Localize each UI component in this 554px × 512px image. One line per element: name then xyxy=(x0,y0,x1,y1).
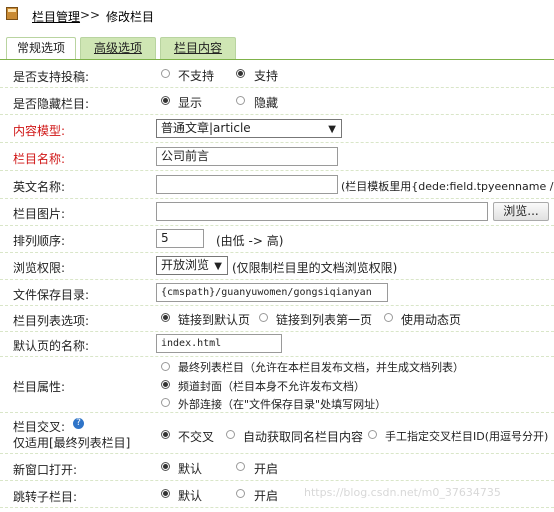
radio-auto-cross[interactable] xyxy=(226,430,235,439)
label-browse-perm: 浏览权限: xyxy=(13,261,66,275)
radio-link-first-page[interactable] xyxy=(259,313,268,322)
row-sort-rank: 排列顺序: 5 (由低 -> 高) xyxy=(0,226,554,253)
label-attribute: 栏目属性: xyxy=(13,380,66,394)
radio-show[interactable] xyxy=(161,96,170,105)
tab-content[interactable]: 栏目内容 xyxy=(160,37,236,59)
breadcrumb: 栏目管理 >> 修改栏目 xyxy=(0,0,554,30)
row-save-dir: 文件保存目录: {cmspath}/guanyuwomen/gongsiqian… xyxy=(0,280,554,306)
label-allow-submit: 是否支持投稿: xyxy=(13,70,90,84)
label-type-name: 栏目名称: xyxy=(13,152,66,166)
dropdown-arrow-icon: ▼ xyxy=(328,124,336,135)
label-cross: 栏目交叉: xyxy=(13,420,66,434)
radio-new-window-on[interactable] xyxy=(236,462,245,471)
radio-new-window-default[interactable] xyxy=(161,462,170,471)
browse-button[interactable]: 浏览... xyxy=(493,202,549,221)
radio-channel-cover[interactable] xyxy=(161,380,170,389)
option-auto-cross: 自动获取同名栏目内容 xyxy=(243,430,364,444)
option-allow-submit: 支持 xyxy=(254,69,279,83)
option-show: 显示 xyxy=(178,96,203,110)
help-icon[interactable]: ? xyxy=(73,418,84,429)
option-new-window-default: 默认 xyxy=(178,462,203,476)
english-name-hint: (栏目模板里用{dede:field.tpyeenname /}i xyxy=(341,180,554,193)
breadcrumb-separator: >> xyxy=(80,8,101,22)
option-link-default: 链接到默认页 xyxy=(178,313,251,327)
row-english-name: 英文名称: (栏目模板里用{dede:field.tpyeenname /}i xyxy=(0,171,554,199)
row-default-page: 默认页的名称: index.html xyxy=(0,332,554,357)
row-hidden: 是否隐藏栏目: 显示 隐藏 xyxy=(0,88,554,115)
radio-external-link[interactable] xyxy=(161,398,170,407)
radio-allow-submit[interactable] xyxy=(236,69,245,78)
label-default-page: 默认页的名称: xyxy=(13,339,90,353)
dropdown-arrow-icon: ▼ xyxy=(214,261,222,272)
label-hidden: 是否隐藏栏目: xyxy=(13,97,90,111)
option-channel-cover: 频道封面（栏目本身不允许发布文档） xyxy=(178,380,365,393)
english-name-input[interactable] xyxy=(156,175,338,194)
option-jump-default: 默认 xyxy=(178,489,203,503)
row-type-image: 栏目图片: 浏览... xyxy=(0,199,554,226)
option-no-cross: 不交叉 xyxy=(178,430,215,444)
radio-no-cross[interactable] xyxy=(161,430,170,439)
breadcrumb-section-link[interactable]: 栏目管理 xyxy=(32,8,80,25)
label-english-name: 英文名称: xyxy=(13,180,66,194)
row-content-model: 内容模型: 普通文章|article ▼ xyxy=(0,115,554,143)
option-final-list: 最终列表栏目（允许在本栏目发布文档，并生成文档列表） xyxy=(178,361,464,374)
radio-final-list[interactable] xyxy=(161,362,170,371)
browse-perm-hint: (仅限制栏目里的文档浏览权限) xyxy=(232,261,398,275)
option-no-submit: 不支持 xyxy=(178,69,215,83)
radio-jump-on[interactable] xyxy=(236,489,245,498)
sort-rank-hint: (由低 -> 高) xyxy=(216,234,284,248)
save-dir-input[interactable]: {cmspath}/guanyuwomen/gongsiqianyan xyxy=(156,283,388,302)
option-new-window-on: 开启 xyxy=(254,462,279,476)
label-jump: 跳转子栏目: xyxy=(13,490,78,504)
label-content-model: 内容模型: xyxy=(13,124,66,138)
option-external-link: 外部连接（在"文件保存目录"处填写网址） xyxy=(178,398,387,411)
row-type-name: 栏目名称: 公司前言 xyxy=(0,143,554,171)
sort-rank-input[interactable]: 5 xyxy=(156,229,204,248)
tab-general[interactable]: 常规选项 xyxy=(6,37,76,59)
type-name-input[interactable]: 公司前言 xyxy=(156,147,338,166)
option-dynamic-page: 使用动态页 xyxy=(401,313,462,327)
label-list-option: 栏目列表选项: xyxy=(13,314,90,328)
row-new-window: 新窗口打开: 默认 开启 xyxy=(0,454,554,481)
radio-jump-default[interactable] xyxy=(161,489,170,498)
tab-bar: 常规选项 高级选项 栏目内容 xyxy=(0,37,554,60)
watermark: https://blog.csdn.net/m0_37634735 xyxy=(304,486,501,499)
option-link-first-page: 链接到列表第一页 xyxy=(276,313,373,327)
book-icon xyxy=(6,7,18,20)
row-attribute: 栏目属性: 最终列表栏目（允许在本栏目发布文档，并生成文档列表） 频道封面（栏目… xyxy=(0,357,554,413)
browse-perm-select[interactable]: 开放浏览 ▼ xyxy=(156,256,228,275)
content-model-select[interactable]: 普通文章|article ▼ xyxy=(156,119,342,138)
row-browse-perm: 浏览权限: 开放浏览 ▼ (仅限制栏目里的文档浏览权限) xyxy=(0,253,554,280)
radio-link-default[interactable] xyxy=(161,313,170,322)
option-hide: 隐藏 xyxy=(254,96,279,110)
breadcrumb-current: 修改栏目 xyxy=(106,10,155,24)
row-cross: 栏目交叉: 仅适用[最终列表栏目] 不交叉 自动获取同名栏目内容 手工指定交叉栏… xyxy=(0,413,554,454)
radio-dynamic-page[interactable] xyxy=(384,313,393,322)
radio-hide[interactable] xyxy=(236,96,245,105)
default-page-input[interactable]: index.html xyxy=(156,334,282,353)
label-sort-rank: 排列顺序: xyxy=(13,234,66,248)
label-cross-sub: 仅适用[最终列表栏目] xyxy=(13,436,131,450)
label-new-window: 新窗口打开: xyxy=(13,463,78,477)
type-image-input[interactable] xyxy=(156,202,488,221)
label-type-image: 栏目图片: xyxy=(13,207,66,221)
row-list-option: 栏目列表选项: 链接到默认页 链接到列表第一页 使用动态页 xyxy=(0,306,554,332)
tab-advanced[interactable]: 高级选项 xyxy=(80,37,156,59)
radio-no-submit[interactable] xyxy=(161,69,170,78)
option-jump-on: 开启 xyxy=(254,489,279,503)
option-manual-cross: 手工指定交叉栏目ID(用逗号分开) xyxy=(385,430,549,443)
radio-manual-cross[interactable] xyxy=(368,430,377,439)
label-save-dir: 文件保存目录: xyxy=(13,288,90,302)
row-allow-submit: 是否支持投稿: 不支持 支持 xyxy=(0,62,554,88)
